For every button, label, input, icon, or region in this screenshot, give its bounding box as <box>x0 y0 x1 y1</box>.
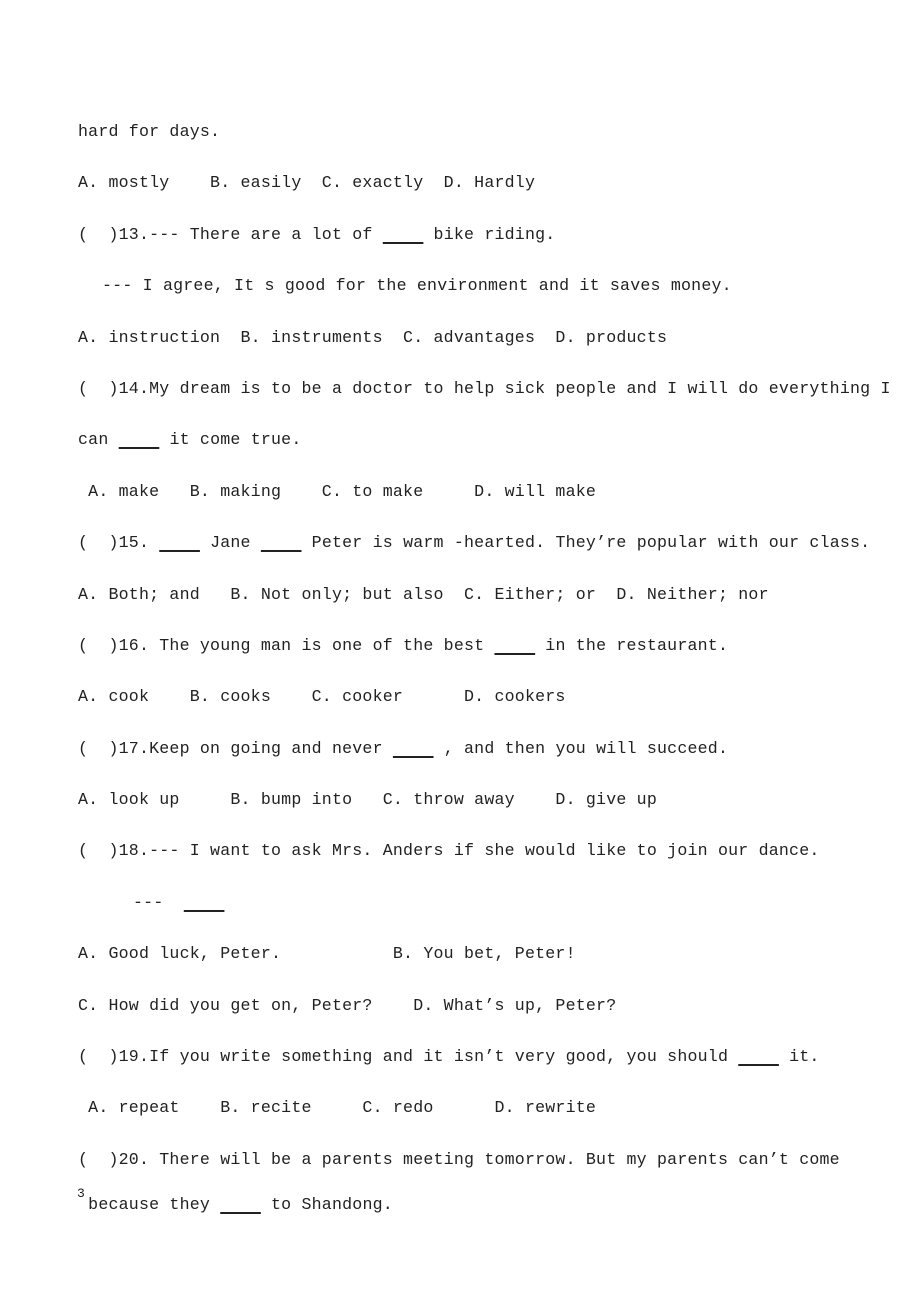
text-line-q16-options: A. cook B. cooks C. cooker D. cookers <box>78 687 566 707</box>
text-line-q20-stem-cont: because they to Shandong. <box>78 1195 393 1215</box>
text-line-q15-stem: ( )15. Jane Peter is warm -hearted. They… <box>78 533 871 553</box>
answer-blank <box>220 1195 261 1214</box>
text-line-q13-stem: ( )13.--- There are a lot of bike riding… <box>78 224 556 244</box>
text-line-q18-options-cd: C. How did you get on, Peter? D. What’s … <box>78 995 617 1015</box>
text-line-q14-stem: ( )14.My dream is to be a doctor to help… <box>78 378 891 398</box>
text-line-q18-options-ab: A. Good luck, Peter. B. You bet, Peter! <box>78 944 576 964</box>
text-line-q16-stem: ( )16. The young man is one of the best … <box>78 635 729 655</box>
text-line-q20-stem: ( )20. There will be a parents meeting t… <box>78 1149 840 1169</box>
text-line-q13-reply: --- I agree, It s good for the environme… <box>102 276 732 296</box>
text-line-q18-stem: ( )18.--- I want to ask Mrs. Anders if s… <box>78 841 820 861</box>
page-number: 3 <box>77 1186 85 1201</box>
answer-blank <box>383 225 424 244</box>
text-line-q19-options: A. repeat B. recite C. redo D. rewrite <box>78 1098 597 1118</box>
text-line-q18-reply: --- <box>78 877 868 928</box>
text-line-q19-stem: ( )19.If you write something and it isn’… <box>78 1047 820 1067</box>
answer-blank <box>738 1047 779 1066</box>
answer-blank <box>184 893 225 912</box>
text-line-q14-stem-cont: can it come true. <box>78 430 302 450</box>
text-line-q12-options: A. mostly B. easily C. exactly D. Hardly <box>78 173 536 193</box>
answer-blank <box>119 430 160 449</box>
text-line-q13-options: A. instruction B. instruments C. advanta… <box>78 327 668 347</box>
text-line-q17-stem: ( )17.Keep on going and never , and then… <box>78 738 729 758</box>
text-line-q17-options: A. look up B. bump into C. throw away D.… <box>78 790 657 810</box>
answer-blank <box>159 533 200 552</box>
text-line-q14-options: A. make B. making C. to make D. will mak… <box>78 481 597 501</box>
text-line-hard-for-days: hard for days. <box>78 122 221 141</box>
document-page: hard for days. A. mostly B. easily C. ex… <box>0 0 920 1302</box>
answer-blank <box>261 533 302 552</box>
answer-blank <box>494 636 535 655</box>
answer-blank <box>393 739 434 758</box>
text-line-q15-options: A. Both; and B. Not only; but also C. Ei… <box>78 584 769 604</box>
document-text-body: hard for days. A. mostly B. easily C. ex… <box>78 106 891 1225</box>
